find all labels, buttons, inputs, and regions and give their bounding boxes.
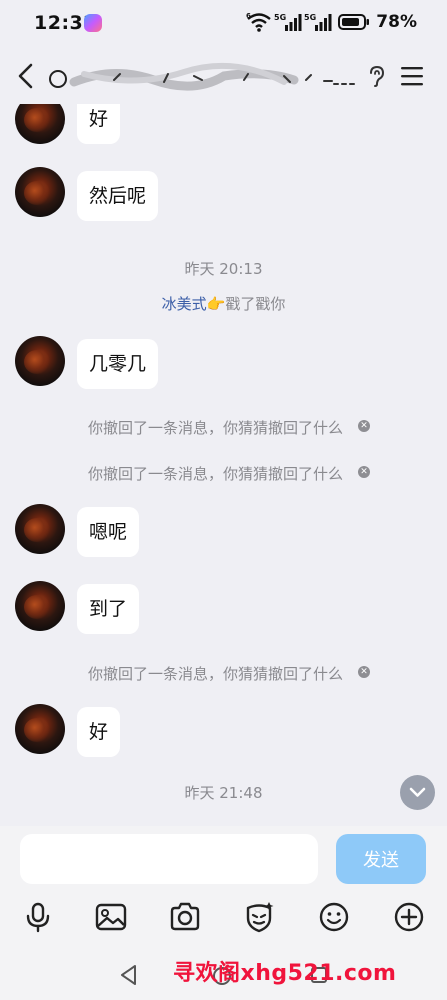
signal-5g-icon-2: 5G xyxy=(304,13,332,31)
close-icon[interactable]: ✕ xyxy=(358,420,370,432)
timestamp: 昨天 21:48 xyxy=(184,784,263,802)
avatar[interactable] xyxy=(15,167,65,217)
signal-5g-icon: 5G xyxy=(274,13,302,31)
network-label-1: 5G xyxy=(274,13,286,22)
avatar[interactable] xyxy=(15,104,65,144)
ear-icon[interactable] xyxy=(366,64,386,88)
avatar[interactable] xyxy=(15,581,65,631)
redacted-contact-name[interactable] xyxy=(44,60,360,94)
status-bar: 12:32 6 5G 5G 78% xyxy=(0,0,447,48)
message-bubble[interactable]: 好 xyxy=(77,707,121,757)
camera-icon[interactable] xyxy=(168,900,202,934)
composer-toolbar xyxy=(0,896,447,940)
plus-icon[interactable] xyxy=(392,900,426,934)
smiley-icon[interactable] xyxy=(317,900,351,934)
avatar[interactable] xyxy=(15,504,65,554)
emoji-shield-icon[interactable] xyxy=(242,900,276,934)
recall-text: 你撤回了一条消息，你猜猜撤回了什么 xyxy=(88,419,344,437)
scroll-to-bottom-button[interactable] xyxy=(400,775,435,810)
message-list[interactable]: 好 然后呢 昨天 20:13 冰美式👉戳了戳你 几零几 你撤回了一条消息，你猜猜… xyxy=(0,104,447,826)
timestamp: 昨天 20:13 xyxy=(184,260,263,278)
send-button[interactable]: 发送 xyxy=(336,834,426,884)
message-bubble[interactable]: 好 xyxy=(77,104,121,144)
chevron-left-icon[interactable] xyxy=(14,62,36,90)
recall-text: 你撤回了一条消息，你猜猜撤回了什么 xyxy=(88,665,344,683)
recall-text: 你撤回了一条消息，你猜猜撤回了什么 xyxy=(88,465,344,483)
chat-header xyxy=(0,48,447,104)
poke-sender-name[interactable]: 冰美式 xyxy=(162,295,207,313)
close-icon[interactable]: ✕ xyxy=(358,466,370,478)
avatar[interactable] xyxy=(15,704,65,754)
wifi-badge: 6 xyxy=(246,12,251,20)
message-input[interactable] xyxy=(20,834,318,884)
chevron-down-icon xyxy=(409,787,426,797)
back-triangle-icon[interactable] xyxy=(119,964,139,986)
close-icon[interactable]: ✕ xyxy=(358,666,370,678)
wifi-icon: 6 xyxy=(246,12,272,32)
network-label-2: 5G xyxy=(304,13,316,22)
watermark-text: 寻欢阁xhg521.com xyxy=(173,961,397,986)
message-bubble[interactable]: 嗯呢 xyxy=(77,507,140,557)
battery-icon xyxy=(338,14,370,30)
message-bubble[interactable]: 然后呢 xyxy=(77,171,159,221)
battery-percent: 78% xyxy=(376,12,417,32)
pointing-hand-emoji: 👉 xyxy=(206,295,226,313)
message-bubble[interactable]: 几零几 xyxy=(77,339,159,389)
composer: 发送 xyxy=(0,826,447,896)
poke-text: 戳了戳你 xyxy=(225,295,286,313)
image-icon[interactable] xyxy=(94,900,128,934)
poke-notice: 冰美式👉戳了戳你 xyxy=(0,293,447,314)
status-indicators: 6 5G 5G 78% xyxy=(246,12,417,32)
microphone-icon[interactable] xyxy=(21,900,55,934)
menu-icon[interactable] xyxy=(400,65,424,87)
message-bubble[interactable]: 到了 xyxy=(77,584,140,634)
app-notification-icon xyxy=(84,14,102,32)
avatar[interactable] xyxy=(15,336,65,386)
